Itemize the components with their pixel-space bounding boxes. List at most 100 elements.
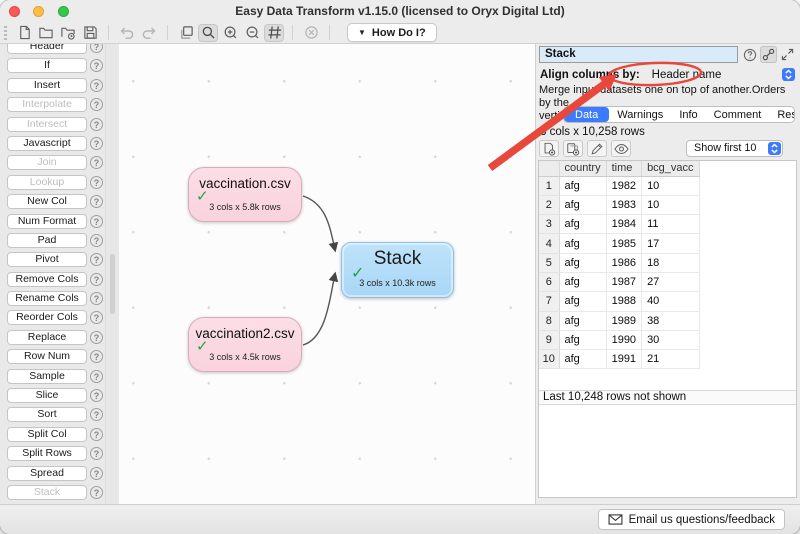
sidebar-scrollbar-thumb[interactable] (110, 254, 115, 314)
help-circle-icon[interactable]: ? (90, 234, 103, 247)
how-do-i-label: How Do I? (372, 27, 426, 39)
open-recent-icon[interactable] (58, 24, 78, 42)
transform-button-slice[interactable]: Slice (7, 388, 87, 403)
toolbar-separator (292, 25, 293, 40)
transform-button-spread[interactable]: Spread (7, 466, 87, 481)
help-circle-icon[interactable]: ? (90, 156, 103, 169)
node-connectors (119, 44, 535, 504)
toolbar-drag-handle[interactable] (4, 26, 7, 40)
row-number-cell: 5 (539, 253, 559, 272)
table-cell: afg (559, 272, 606, 291)
dropdown-stepper-icon[interactable] (782, 68, 795, 81)
column-header-bcg-vacc[interactable]: bcg_vacc (642, 161, 699, 176)
help-circle-icon[interactable]: ? (90, 370, 103, 383)
envelope-icon (608, 514, 623, 525)
transform-button-insert[interactable]: Insert (7, 78, 87, 93)
row-number-cell: 9 (539, 330, 559, 349)
transform-button-javascript[interactable]: Javascript (7, 136, 87, 151)
table-cell: 30 (642, 330, 699, 349)
transform-button-reorder-cols[interactable]: Reorder Cols (7, 310, 87, 325)
input-node-vaccination-csv[interactable]: ✓ vaccination.csv 3 cols x 5.8k rows (188, 167, 302, 222)
help-circle-icon[interactable]: ? (90, 273, 103, 286)
open-file-icon[interactable] (36, 24, 56, 42)
help-circle-icon[interactable]: ? (90, 350, 103, 363)
table-row: 9afg199030 (539, 330, 699, 349)
row-number-cell: 10 (539, 350, 559, 369)
transform-button-num-format[interactable]: Num Format (7, 214, 87, 229)
window-title: Easy Data Transform v1.15.0 (licensed to… (0, 4, 800, 18)
help-circle-icon[interactable]: ? (90, 98, 103, 111)
column-header-country[interactable]: country (559, 161, 606, 176)
align-columns-row: Align columns by: Header name (540, 67, 796, 83)
help-circle-icon[interactable]: ? (90, 118, 103, 131)
flow-canvas[interactable]: ✓ vaccination.csv 3 cols x 5.8k rows ✓ v… (119, 44, 536, 504)
export-file-icon[interactable] (539, 140, 559, 157)
copy-to-clipboard-icon[interactable] (563, 140, 583, 157)
transform-button-split-rows[interactable]: Split Rows (7, 446, 87, 461)
help-circle-icon[interactable]: ? (90, 331, 103, 344)
tab-results[interactable]: Results (769, 107, 795, 122)
tab-warnings[interactable]: Warnings (609, 107, 671, 122)
new-document-icon[interactable] (14, 24, 34, 42)
preview-eye-icon[interactable] (611, 140, 631, 157)
zoom-in-icon[interactable] (220, 24, 240, 42)
help-circle-icon[interactable]: ? (90, 467, 103, 480)
duplicate-icon[interactable] (176, 24, 196, 42)
panel-tabbar: DataWarningsInfoCommentResults (563, 106, 795, 123)
zoom-out-icon[interactable] (242, 24, 262, 42)
dataset-dimensions: 3 cols x 10,258 rows (540, 126, 645, 138)
email-feedback-button[interactable]: Email us questions/feedback (598, 509, 785, 530)
transform-node-stack[interactable]: ✓ Stack 3 cols x 10.3k rows (341, 242, 454, 298)
transform-button-sample[interactable]: Sample (7, 369, 87, 384)
toggle-grid-icon[interactable] (264, 24, 284, 42)
transform-button-replace[interactable]: Replace (7, 330, 87, 345)
help-circle-icon[interactable]: ? (90, 292, 103, 305)
table-cell: 10 (642, 176, 699, 195)
help-circle-icon[interactable]: ? (90, 79, 103, 92)
help-circle-icon[interactable]: ? (90, 311, 103, 324)
node-name-field[interactable]: Stack (539, 46, 738, 63)
help-circle-icon[interactable]: ? (90, 486, 103, 499)
tab-info[interactable]: Info (671, 107, 705, 122)
how-do-i-button[interactable]: ▼ How Do I? (347, 23, 437, 42)
connections-button[interactable] (760, 46, 777, 63)
main-region: Header?If?Insert?Interpolate?Intersect?J… (0, 44, 800, 504)
show-rows-select[interactable]: Show first 10 rows (686, 140, 783, 157)
help-circle-icon[interactable]: ? (90, 447, 103, 460)
column-header-time[interactable]: time (606, 161, 641, 176)
table-row: 3afg198411 (539, 215, 699, 234)
help-circle-icon[interactable]: ? (90, 428, 103, 441)
transform-button-header[interactable]: Header (7, 44, 87, 54)
help-circle-icon[interactable]: ? (90, 253, 103, 266)
transform-button-split-col[interactable]: Split Col (7, 427, 87, 442)
transform-button-pad[interactable]: Pad (7, 233, 87, 248)
help-circle-icon[interactable]: ? (90, 59, 103, 72)
save-icon[interactable] (80, 24, 100, 42)
transform-button-pivot[interactable]: Pivot (7, 252, 87, 267)
transform-button-new-col[interactable]: New Col (7, 194, 87, 209)
edit-icon[interactable] (587, 140, 607, 157)
expand-panel-icon[interactable] (779, 46, 796, 63)
help-circle-icon[interactable]: ? (90, 137, 103, 150)
help-circle-icon[interactable]: ? (90, 215, 103, 228)
help-circle-icon[interactable]: ? (90, 176, 103, 189)
sidebar-item-num-format: Num Format? (0, 212, 105, 231)
sidebar-item-sort: Sort? (0, 405, 105, 424)
transform-button-sort[interactable]: Sort (7, 407, 87, 422)
pan-zoom-tool-icon[interactable] (198, 24, 218, 42)
help-circle-icon[interactable]: ? (90, 408, 103, 421)
input-node-vaccination2-csv[interactable]: ✓ vaccination2.csv 3 cols x 4.5k rows (188, 317, 302, 372)
transform-button-row-num[interactable]: Row Num (7, 349, 87, 364)
results-table[interactable]: countrytimebcg_vacc 1afg1982102afg198310… (539, 161, 700, 369)
transform-button-rename-cols[interactable]: Rename Cols (7, 291, 87, 306)
align-columns-select[interactable]: Header name (652, 69, 722, 81)
help-circle-icon[interactable]: ? (90, 44, 103, 53)
help-circle-icon[interactable]: ? (90, 195, 103, 208)
tab-comment[interactable]: Comment (706, 107, 770, 122)
transform-button-remove-cols[interactable]: Remove Cols (7, 272, 87, 287)
tab-data[interactable]: Data (564, 107, 609, 122)
help-circle-icon[interactable]: ? (90, 389, 103, 402)
help-button[interactable] (741, 46, 758, 63)
transform-button-if[interactable]: If (7, 58, 87, 73)
sidebar-scrollbar (105, 44, 119, 504)
